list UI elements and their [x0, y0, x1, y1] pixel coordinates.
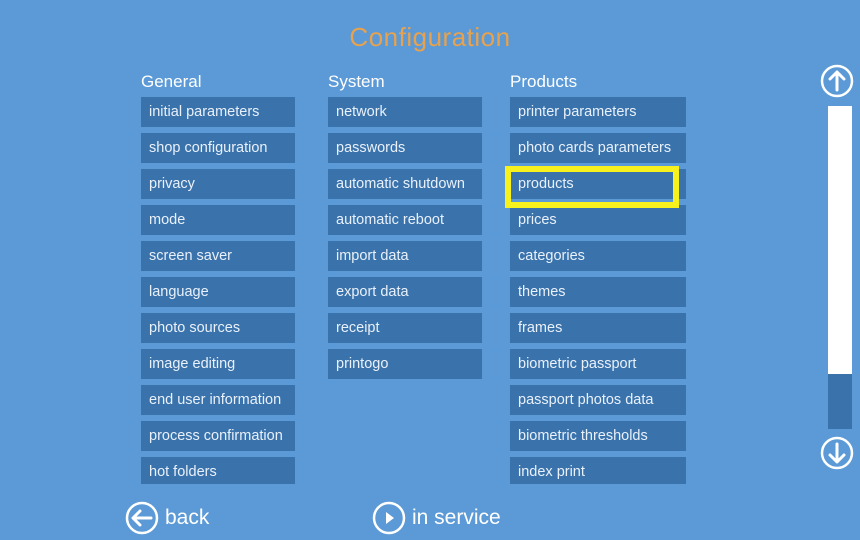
products-header: Products	[510, 72, 578, 91]
products-item-frames[interactable]: frames	[510, 313, 686, 343]
products-item-printer-parameters[interactable]: printer parameters	[510, 97, 686, 127]
scroll-down-button[interactable]	[820, 436, 854, 470]
products-item-photo-cards-parameters[interactable]: photo cards parameters	[510, 133, 686, 163]
system-item-network[interactable]: network	[328, 97, 482, 127]
system-item-automatic-shutdown[interactable]: automatic shutdown	[328, 169, 482, 199]
general-item-mode[interactable]: mode	[141, 205, 295, 235]
products-item-passport-photos-data[interactable]: passport photos data	[510, 385, 686, 415]
general-item-shop-configuration[interactable]: shop configuration	[141, 133, 295, 163]
scrollbar-thumb[interactable]	[828, 374, 852, 429]
general-item-end-user-information[interactable]: end user information	[141, 385, 295, 415]
products-list: printer parameters photo cards parameter…	[510, 97, 686, 484]
system-item-printogo[interactable]: printogo	[328, 349, 482, 379]
back-button[interactable]: back	[125, 500, 209, 536]
system-item-automatic-reboot[interactable]: automatic reboot	[328, 205, 482, 235]
arrow-up-circle-icon	[820, 64, 854, 98]
products-item-themes[interactable]: themes	[510, 277, 686, 307]
general-item-photo-sources[interactable]: photo sources	[141, 313, 295, 343]
general-item-language[interactable]: language	[141, 277, 295, 307]
system-item-passwords[interactable]: passwords	[328, 133, 482, 163]
system-list: network passwords automatic shutdown aut…	[328, 97, 482, 484]
in-service-button[interactable]: in service	[372, 500, 501, 536]
system-item-export-data[interactable]: export data	[328, 277, 482, 307]
products-item-biometric-thresholds[interactable]: biometric thresholds	[510, 421, 686, 451]
general-item-image-editing[interactable]: image editing	[141, 349, 295, 379]
products-item-prices[interactable]: prices	[510, 205, 686, 235]
scroll-up-button[interactable]	[820, 64, 854, 98]
arrow-down-circle-icon	[820, 436, 854, 470]
general-item-process-confirmation[interactable]: process confirmation	[141, 421, 295, 451]
in-service-label: in service	[412, 506, 501, 529]
arrow-left-circle-icon	[125, 501, 159, 535]
products-item-biometric-passport[interactable]: biometric passport	[510, 349, 686, 379]
products-item-index-print[interactable]: index print	[510, 457, 686, 484]
system-item-receipt[interactable]: receipt	[328, 313, 482, 343]
general-list: initial parameters shop configuration pr…	[141, 97, 295, 484]
general-header: General	[141, 72, 202, 91]
system-header: System	[328, 72, 385, 91]
general-item-hot-folders[interactable]: hot folders	[141, 457, 295, 484]
general-item-privacy[interactable]: privacy	[141, 169, 295, 199]
page-title: Configuration	[349, 22, 511, 52]
general-item-initial-parameters[interactable]: initial parameters	[141, 97, 295, 127]
highlight-box	[505, 166, 679, 208]
general-item-screen-saver[interactable]: screen saver	[141, 241, 295, 271]
play-circle-icon	[372, 501, 406, 535]
products-item-categories[interactable]: categories	[510, 241, 686, 271]
system-item-import-data[interactable]: import data	[328, 241, 482, 271]
scrollbar-track[interactable]	[828, 106, 852, 429]
back-label: back	[165, 506, 210, 529]
